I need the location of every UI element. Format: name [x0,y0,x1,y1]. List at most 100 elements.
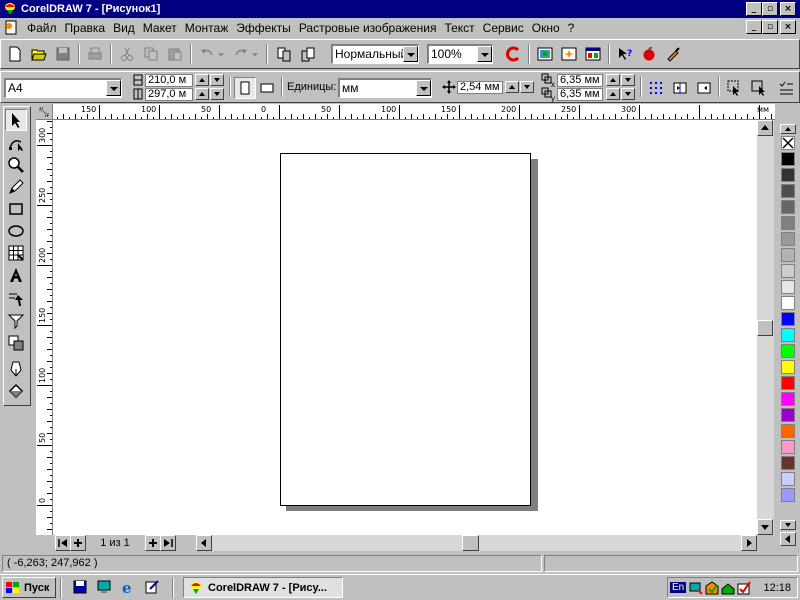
no-fill-swatch[interactable] [781,136,795,150]
language-indicator[interactable]: En [670,582,687,593]
scrapbook-button[interactable] [558,43,580,65]
chevron-down-icon[interactable] [477,46,492,62]
color-swatch[interactable] [781,248,795,262]
color-swatch[interactable] [781,344,795,358]
print-button[interactable] [84,43,106,65]
color-swatch[interactable] [781,456,795,470]
quicklaunch-save[interactable] [70,577,90,597]
palette-expand-button[interactable] [780,532,796,546]
scroll-down-button[interactable] [757,519,773,535]
nudge-spin-down[interactable] [520,81,534,93]
dup-y-spin-down[interactable] [621,88,635,100]
menu-edit[interactable]: Правка [61,21,110,35]
nudge-spin-up[interactable] [505,81,519,93]
fill-tool[interactable] [5,380,27,402]
first-page-button[interactable] [55,535,71,551]
brush-tool-button[interactable] [662,43,684,65]
ruler-corner[interactable] [36,104,53,120]
scroll-left-button[interactable] [196,535,212,551]
quicklaunch-explorer[interactable] [94,577,114,597]
apple-help-button[interactable] [638,43,660,65]
color-swatch[interactable] [781,184,795,198]
menu-view[interactable]: Вид [109,21,139,35]
whats-this-button[interactable]: ? [614,43,636,65]
title-bar[interactable]: CorelDRAW 7 - [Рисунок1] [0,0,800,18]
color-swatch[interactable] [781,376,795,390]
height-spin-down[interactable] [210,88,224,100]
color-swatch[interactable] [781,232,795,246]
drawing-page[interactable] [280,153,531,506]
last-page-button[interactable] [160,535,176,551]
snap-to-guidelines-button[interactable] [669,77,691,99]
zoom-tool[interactable] [5,154,27,176]
eyedropper-tool[interactable] [5,310,27,332]
color-swatch[interactable] [781,392,795,406]
interactive-fill-tool[interactable] [5,288,27,310]
minimize-button[interactable]: _ [746,2,762,16]
copy-button[interactable] [140,43,162,65]
vertical-ruler[interactable]: 300 250 200 150 100 50 0 [36,120,53,535]
color-swatch[interactable] [781,408,795,422]
corel-tutor-button[interactable] [534,43,556,65]
tray-volume-icon[interactable] [720,580,736,596]
zoom-select[interactable]: 100% [427,44,493,64]
color-swatch[interactable] [781,424,795,438]
draw-objects-button[interactable] [748,77,770,99]
color-swatch[interactable] [781,472,795,486]
new-button[interactable] [4,43,26,65]
export-button[interactable] [297,43,319,65]
dup-x-spin-down[interactable] [621,74,635,86]
save-button[interactable] [52,43,74,65]
chevron-down-icon[interactable] [416,80,431,96]
tray-task-icon[interactable] [736,580,752,596]
page-width-field[interactable]: 210,0 м [145,74,193,87]
horizontal-scrollbar[interactable] [196,535,757,551]
application-launcher-button[interactable] [503,43,525,65]
color-swatch[interactable] [781,280,795,294]
vertical-scrollbar[interactable] [757,120,774,535]
paper-size-select[interactable]: A4 [4,78,122,98]
color-swatch[interactable] [781,296,795,310]
doc-close-button[interactable]: × [780,20,796,34]
duplicate-y-field[interactable]: 6,35 мм [557,88,603,101]
menu-layout[interactable]: Макет [139,21,181,35]
color-swatch[interactable] [781,328,795,342]
menu-bitmaps[interactable]: Растровые изображения [295,21,441,35]
doc-minimize-button[interactable]: _ [746,20,762,34]
freehand-tool[interactable] [5,176,27,198]
color-swatch[interactable] [781,152,795,166]
quicklaunch-notepad[interactable] [142,577,162,597]
height-spin-up[interactable] [195,88,209,100]
paste-button[interactable] [164,43,186,65]
open-button[interactable] [28,43,50,65]
coreldraw-app-icon[interactable] [3,2,17,16]
shape-tool[interactable] [5,132,27,154]
snap-to-grid-button[interactable] [645,77,667,99]
portrait-button[interactable] [234,77,256,99]
color-swatch[interactable] [781,264,795,278]
horizontal-ruler[interactable]: 150 100 50 0 50 100 150 200 250 300 мм [53,104,775,120]
menu-arrange[interactable]: Монтаж [181,21,233,35]
dup-y-spin-up[interactable] [606,88,620,100]
add-page-before-button[interactable] [70,535,86,551]
width-spin-down[interactable] [210,74,224,86]
scroll-up-button[interactable] [757,120,773,136]
vertical-scroll-thumb[interactable] [757,320,773,336]
outline-tool[interactable] [5,358,27,380]
units-select[interactable]: мм [338,78,432,98]
text-tool[interactable] [5,264,27,286]
dup-x-spin-up[interactable] [606,74,620,86]
nudge-field[interactable]: 2,54 мм [457,81,503,94]
transparency-tool[interactable] [5,332,27,354]
undo-dropdown[interactable] [215,43,227,65]
document-icon[interactable] [3,20,19,36]
cut-button[interactable] [116,43,138,65]
menu-text[interactable]: Текст [440,21,478,35]
maximize-button[interactable]: ▫ [762,2,778,16]
tray-scheduler-icon[interactable] [704,580,720,596]
options-button[interactable] [775,77,797,99]
chevron-down-icon[interactable] [403,46,418,62]
color-swatch[interactable] [781,440,795,454]
color-swatch[interactable] [781,360,795,374]
color-swatch[interactable] [781,168,795,182]
